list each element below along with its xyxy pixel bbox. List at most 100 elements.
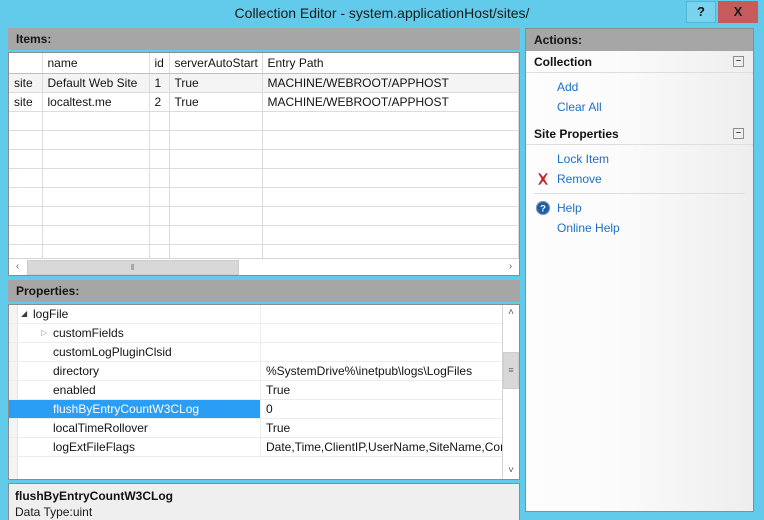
property-value-cell[interactable] <box>261 343 503 361</box>
items-cell-empty[interactable] <box>169 130 263 150</box>
items-col-rowheader[interactable] <box>9 53 43 74</box>
table-row-empty[interactable] <box>9 111 519 131</box>
items-cell-empty[interactable] <box>169 206 263 226</box>
items-cell-empty[interactable] <box>42 149 150 169</box>
items-col-name[interactable]: name <box>42 53 150 74</box>
action-item-add[interactable]: Add <box>526 77 753 97</box>
items-cell-empty[interactable] <box>149 206 170 226</box>
items-cell-empty[interactable] <box>149 130 170 150</box>
items-cell-empty[interactable] <box>42 187 150 207</box>
items-cell-entry-path[interactable]: MACHINE/WEBROOT/APPHOST <box>262 92 519 112</box>
items-cell-empty[interactable] <box>149 149 170 169</box>
property-name-cell[interactable]: directory <box>9 362 260 380</box>
items-horizontal-scrollbar[interactable]: ‹ ‖ › <box>9 258 519 275</box>
items-cell-empty[interactable] <box>169 111 263 131</box>
collapse-toggle-icon[interactable]: – <box>733 128 744 139</box>
property-value-cell[interactable]: 0 <box>261 400 503 418</box>
items-cell-empty[interactable] <box>9 206 43 226</box>
action-item-remove[interactable]: Remove <box>526 169 753 189</box>
table-row-empty[interactable] <box>9 225 519 245</box>
scroll-up-arrow-icon[interactable]: ˄ <box>503 305 519 321</box>
action-item-help[interactable]: ? Help <box>526 198 753 218</box>
items-cell-serverAutoStart[interactable]: True <box>169 73 263 93</box>
items-cell-empty[interactable] <box>169 168 263 188</box>
property-name-cell[interactable]: flushByEntryCountW3CLog <box>9 400 260 418</box>
scroll-down-arrow-icon[interactable]: ˅ <box>503 463 519 479</box>
items-cell-entry-path[interactable]: MACHINE/WEBROOT/APPHOST <box>262 73 519 93</box>
table-row-empty[interactable] <box>9 206 519 226</box>
property-value-cell[interactable]: Date,Time,ClientIP,UserName,SiteName,Com… <box>261 438 503 456</box>
table-row[interactable]: site Default Web Site 1 True MACHINE/WEBROOT… <box>9 73 519 93</box>
items-cell-empty[interactable] <box>169 225 263 245</box>
property-row[interactable]: customLogPluginClsid <box>9 343 503 362</box>
items-col-entrypath[interactable]: Entry Path <box>262 53 519 74</box>
property-row[interactable]: logExtFileFlags Date,Time,ClientIP,UserNa… <box>9 438 503 457</box>
property-value-cell[interactable] <box>261 305 503 323</box>
items-cell-row-header[interactable]: site <box>9 92 43 112</box>
items-cell-empty[interactable] <box>42 130 150 150</box>
properties-vertical-scrollbar[interactable]: ˄ ≡ ˅ <box>502 305 519 479</box>
titlebar-close-button[interactable]: X <box>718 1 758 23</box>
items-cell-empty[interactable] <box>149 187 170 207</box>
items-cell-empty[interactable] <box>262 111 519 131</box>
items-cell-empty[interactable] <box>9 187 43 207</box>
collapse-toggle-icon[interactable]: – <box>733 56 744 67</box>
property-name-cell[interactable]: customLogPluginClsid <box>9 343 260 361</box>
property-name-cell[interactable]: localTimeRollover <box>9 419 260 437</box>
property-name-cell[interactable]: logFile <box>9 305 260 323</box>
items-cell-empty[interactable] <box>169 149 263 169</box>
items-cell-empty[interactable] <box>9 149 43 169</box>
items-cell-empty[interactable] <box>9 111 43 131</box>
items-cell-row-header[interactable]: site <box>9 73 43 93</box>
table-row-empty[interactable] <box>9 130 519 150</box>
property-row[interactable]: ◢ logFile <box>9 305 503 324</box>
items-cell-empty[interactable] <box>262 149 519 169</box>
items-cell-empty[interactable] <box>9 130 43 150</box>
property-value-cell[interactable]: True <box>261 419 503 437</box>
table-row-empty[interactable] <box>9 187 519 207</box>
action-item-online-help[interactable]: Online Help <box>526 218 753 238</box>
items-cell-empty[interactable] <box>149 225 170 245</box>
property-value-cell[interactable]: True <box>261 381 503 399</box>
items-cell-empty[interactable] <box>262 168 519 188</box>
property-row[interactable]: enabled True <box>9 381 503 400</box>
items-cell-name[interactable]: localtest.me <box>42 92 150 112</box>
property-name-cell[interactable]: logExtFileFlags <box>9 438 260 456</box>
items-cell-name[interactable]: Default Web Site <box>42 73 150 93</box>
table-row[interactable]: site localtest.me 2 True MACHINE/WEBROOT/APP… <box>9 92 519 112</box>
scroll-right-arrow-icon[interactable]: › <box>502 259 519 275</box>
items-cell-empty[interactable] <box>262 206 519 226</box>
property-value-cell[interactable]: %SystemDrive%\inetpub\logs\LogFiles <box>261 362 503 380</box>
items-cell-empty[interactable] <box>262 187 519 207</box>
property-name-cell[interactable]: enabled <box>9 381 260 399</box>
horizontal-scrollbar-thumb[interactable]: ‖ <box>27 260 239 275</box>
items-cell-empty[interactable] <box>262 225 519 245</box>
action-item-lock-item[interactable]: Lock Item <box>526 149 753 169</box>
properties-grid[interactable]: ◢ logFile ▷ customFields customLogPluginClsi… <box>8 304 520 480</box>
items-cell-empty[interactable] <box>149 111 170 131</box>
scroll-left-arrow-icon[interactable]: ‹ <box>9 259 26 275</box>
action-item-clear-all[interactable]: Clear All <box>526 97 753 117</box>
items-col-id[interactable]: id <box>149 53 170 74</box>
property-name-cell[interactable]: customFields <box>9 324 260 342</box>
items-cell-empty[interactable] <box>42 225 150 245</box>
items-cell-empty[interactable] <box>42 111 150 131</box>
property-value-cell[interactable] <box>261 324 503 342</box>
items-cell-empty[interactable] <box>169 187 263 207</box>
items-cell-id[interactable]: 1 <box>149 73 170 93</box>
property-row[interactable]: directory %SystemDrive%\inetpub\logs\LogF… <box>9 362 503 381</box>
property-row[interactable]: ▷ customFields <box>9 324 503 343</box>
table-row-empty[interactable] <box>9 149 519 169</box>
property-row[interactable]: localTimeRollover True <box>9 419 503 438</box>
items-cell-empty[interactable] <box>42 168 150 188</box>
property-row[interactable]: flushByEntryCountW3CLog 0 <box>9 400 503 419</box>
items-cell-id[interactable]: 2 <box>149 92 170 112</box>
items-cell-empty[interactable] <box>9 225 43 245</box>
items-cell-empty[interactable] <box>9 168 43 188</box>
titlebar-help-button[interactable]: ? <box>686 1 716 23</box>
items-col-serverautostart[interactable]: serverAutoStart <box>169 53 263 74</box>
items-cell-empty[interactable] <box>42 206 150 226</box>
items-grid[interactable]: name id serverAutoStart Entry Path site D… <box>8 52 520 276</box>
items-cell-empty[interactable] <box>262 130 519 150</box>
vertical-scrollbar-thumb[interactable]: ≡ <box>503 352 519 389</box>
